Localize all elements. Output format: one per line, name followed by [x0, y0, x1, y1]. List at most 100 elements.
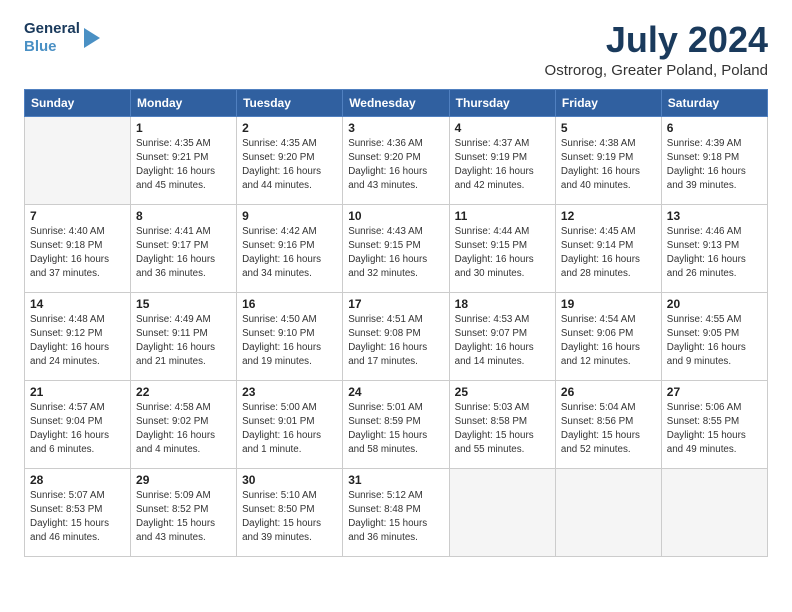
- day-number: 23: [242, 385, 337, 399]
- day-number: 21: [30, 385, 125, 399]
- day-info: Sunrise: 5:10 AMSunset: 8:50 PMDaylight:…: [242, 489, 337, 546]
- day-info: Sunrise: 4:40 AMSunset: 9:18 PMDaylight:…: [30, 225, 125, 282]
- day-number: 2: [242, 121, 337, 135]
- calendar-header-tuesday: Tuesday: [237, 89, 343, 116]
- day-info: Sunrise: 4:38 AMSunset: 9:19 PMDaylight:…: [561, 137, 656, 194]
- day-info: Sunrise: 4:48 AMSunset: 9:12 PMDaylight:…: [30, 313, 125, 370]
- calendar-cell: 19Sunrise: 4:54 AMSunset: 9:06 PMDayligh…: [555, 292, 661, 380]
- calendar-cell: 16 Sunrise: 4:50 AMSunset: 9:10 PMDayligh…: [237, 292, 343, 380]
- calendar-cell: 21Sunrise: 4:57 AMSunset: 9:04 PMDayligh…: [25, 380, 131, 468]
- day-info: Sunrise: 5:01 AMSunset: 8:59 PMDaylight:…: [348, 401, 443, 458]
- logo-text-block: General Blue: [24, 20, 80, 56]
- logo: General Blue: [24, 20, 100, 56]
- day-number: 10: [348, 209, 443, 223]
- calendar-header-friday: Friday: [555, 89, 661, 116]
- day-number: 12: [561, 209, 656, 223]
- day-info: Sunrise: 5:12 AMSunset: 8:48 PMDaylight:…: [348, 489, 443, 546]
- calendar-cell: [661, 468, 767, 556]
- day-number: 15: [136, 297, 231, 311]
- day-info: Sunrise: 4:53 AMSunset: 9:07 PMDaylight:…: [455, 313, 550, 370]
- calendar-cell: 8 Sunrise: 4:41 AMSunset: 9:17 PMDaylight…: [131, 204, 237, 292]
- day-info: Sunrise: 5:04 AMSunset: 8:56 PMDaylight:…: [561, 401, 656, 458]
- day-number: 19: [561, 297, 656, 311]
- calendar-header-monday: Monday: [131, 89, 237, 116]
- day-info: Sunrise: 4:35 AMSunset: 9:20 PMDaylight:…: [242, 137, 337, 194]
- header: General Blue July 2024 Ostrorog, Greater…: [24, 20, 768, 79]
- calendar-cell: 20Sunrise: 4:55 AMSunset: 9:05 PMDayligh…: [661, 292, 767, 380]
- day-info: Sunrise: 4:43 AMSunset: 9:15 PMDaylight:…: [348, 225, 443, 282]
- logo-wrapper: General Blue: [24, 20, 100, 56]
- calendar-header-saturday: Saturday: [661, 89, 767, 116]
- day-number: 29: [136, 473, 231, 487]
- day-info: Sunrise: 4:44 AMSunset: 9:15 PMDaylight:…: [455, 225, 550, 282]
- day-info: Sunrise: 4:50 AMSunset: 9:10 PMDaylight:…: [242, 313, 337, 370]
- day-number: 6: [667, 121, 762, 135]
- day-number: 16: [242, 297, 337, 311]
- day-info: Sunrise: 5:06 AMSunset: 8:55 PMDaylight:…: [667, 401, 762, 458]
- day-number: 25: [455, 385, 550, 399]
- calendar-cell: [555, 468, 661, 556]
- week-row-5: 28 Sunrise: 5:07 AMSunset: 8:53 PMDayligh…: [25, 468, 768, 556]
- calendar-cell: 17 Sunrise: 4:51 AMSunset: 9:08 PMDayligh…: [343, 292, 449, 380]
- day-number: 26: [561, 385, 656, 399]
- day-number: 11: [455, 209, 550, 223]
- calendar-cell: 26 Sunrise: 5:04 AMSunset: 8:56 PMDayligh…: [555, 380, 661, 468]
- calendar-cell: 9 Sunrise: 4:42 AMSunset: 9:16 PMDaylight…: [237, 204, 343, 292]
- calendar-cell: 4Sunrise: 4:37 AMSunset: 9:19 PMDaylight…: [449, 116, 555, 204]
- day-number: 22: [136, 385, 231, 399]
- day-info: Sunrise: 5:03 AMSunset: 8:58 PMDaylight:…: [455, 401, 550, 458]
- day-info: Sunrise: 5:09 AMSunset: 8:52 PMDaylight:…: [136, 489, 231, 546]
- day-number: 3: [348, 121, 443, 135]
- calendar-cell: 13 Sunrise: 4:46 AMSunset: 9:13 PMDayligh…: [661, 204, 767, 292]
- calendar-cell: 25 Sunrise: 5:03 AMSunset: 8:58 PMDayligh…: [449, 380, 555, 468]
- calendar-cell: 5 Sunrise: 4:38 AMSunset: 9:19 PMDaylight…: [555, 116, 661, 204]
- calendar-cell: 15 Sunrise: 4:49 AMSunset: 9:11 PMDayligh…: [131, 292, 237, 380]
- day-info: Sunrise: 4:46 AMSunset: 9:13 PMDaylight:…: [667, 225, 762, 282]
- calendar-cell: 7Sunrise: 4:40 AMSunset: 9:18 PMDaylight…: [25, 204, 131, 292]
- day-number: 8: [136, 209, 231, 223]
- calendar-cell: 24 Sunrise: 5:01 AMSunset: 8:59 PMDayligh…: [343, 380, 449, 468]
- day-number: 9: [242, 209, 337, 223]
- calendar-cell: 28 Sunrise: 5:07 AMSunset: 8:53 PMDayligh…: [25, 468, 131, 556]
- day-number: 30: [242, 473, 337, 487]
- day-number: 18: [455, 297, 550, 311]
- logo-blue: Blue: [24, 38, 57, 55]
- calendar-cell: 30 Sunrise: 5:10 AMSunset: 8:50 PMDayligh…: [237, 468, 343, 556]
- day-info: Sunrise: 4:41 AMSunset: 9:17 PMDaylight:…: [136, 225, 231, 282]
- day-info: Sunrise: 5:00 AMSunset: 9:01 PMDaylight:…: [242, 401, 337, 458]
- calendar-cell: 3 Sunrise: 4:36 AMSunset: 9:20 PMDaylight…: [343, 116, 449, 204]
- calendar-table: SundayMondayTuesdayWednesdayThursdayFrid…: [24, 89, 768, 557]
- calendar-cell: 22 Sunrise: 4:58 AMSunset: 9:02 PMDayligh…: [131, 380, 237, 468]
- location-subtitle: Ostrorog, Greater Poland, Poland: [545, 62, 768, 79]
- day-info: Sunrise: 4:51 AMSunset: 9:08 PMDaylight:…: [348, 313, 443, 370]
- day-number: 5: [561, 121, 656, 135]
- calendar-cell: 27Sunrise: 5:06 AMSunset: 8:55 PMDayligh…: [661, 380, 767, 468]
- calendar-header-sunday: Sunday: [25, 89, 131, 116]
- day-info: Sunrise: 4:45 AMSunset: 9:14 PMDaylight:…: [561, 225, 656, 282]
- day-info: Sunrise: 4:42 AMSunset: 9:16 PMDaylight:…: [242, 225, 337, 282]
- day-number: 28: [30, 473, 125, 487]
- calendar-cell: 12 Sunrise: 4:45 AMSunset: 9:14 PMDayligh…: [555, 204, 661, 292]
- day-number: 17: [348, 297, 443, 311]
- day-info: Sunrise: 4:37 AMSunset: 9:19 PMDaylight:…: [455, 137, 550, 194]
- logo-general: General: [24, 20, 80, 37]
- day-info: Sunrise: 4:39 AMSunset: 9:18 PMDaylight:…: [667, 137, 762, 194]
- calendar-header-wednesday: Wednesday: [343, 89, 449, 116]
- logo-arrow-icon: [84, 28, 100, 48]
- month-year-title: July 2024: [545, 20, 768, 60]
- week-row-3: 14 Sunrise: 4:48 AMSunset: 9:12 PMDayligh…: [25, 292, 768, 380]
- calendar-cell: [25, 116, 131, 204]
- day-info: Sunrise: 4:36 AMSunset: 9:20 PMDaylight:…: [348, 137, 443, 194]
- calendar-cell: 6 Sunrise: 4:39 AMSunset: 9:18 PMDaylight…: [661, 116, 767, 204]
- calendar-cell: 31 Sunrise: 5:12 AMSunset: 8:48 PMDayligh…: [343, 468, 449, 556]
- day-number: 24: [348, 385, 443, 399]
- day-info: Sunrise: 4:58 AMSunset: 9:02 PMDaylight:…: [136, 401, 231, 458]
- calendar-cell: [449, 468, 555, 556]
- day-number: 13: [667, 209, 762, 223]
- day-info: Sunrise: 4:55 AMSunset: 9:05 PMDaylight:…: [667, 313, 762, 370]
- day-number: 14: [30, 297, 125, 311]
- title-block: July 2024 Ostrorog, Greater Poland, Pola…: [545, 20, 768, 79]
- day-info: Sunrise: 4:49 AMSunset: 9:11 PMDaylight:…: [136, 313, 231, 370]
- day-number: 31: [348, 473, 443, 487]
- day-info: Sunrise: 5:07 AMSunset: 8:53 PMDaylight:…: [30, 489, 125, 546]
